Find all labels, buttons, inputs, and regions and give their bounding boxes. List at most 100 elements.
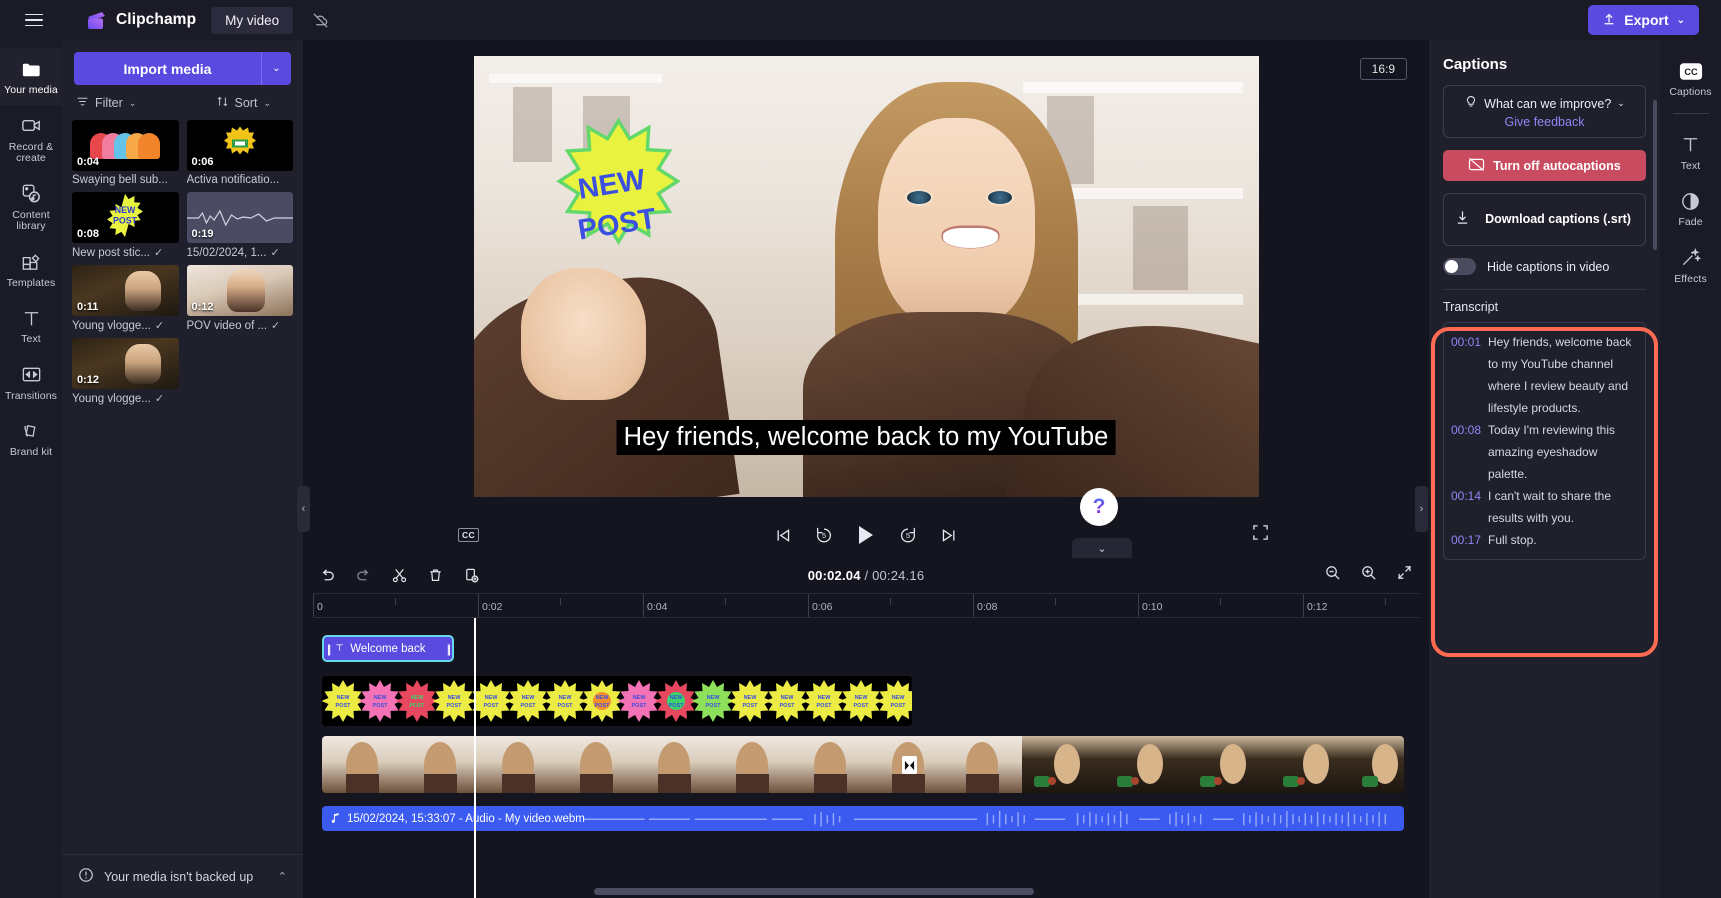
upload-icon <box>1602 12 1616 29</box>
chevron-up-icon[interactable]: ⌃ <box>278 870 287 883</box>
transcript-line[interactable]: 00:01 Hey friends, welcome back to my Yo… <box>1448 331 1637 419</box>
give-feedback-link[interactable]: Give feedback <box>1452 115 1637 129</box>
media-card[interactable]: 0:12 POV video of ... ✓ <box>186 265 294 333</box>
media-thumbnail[interactable]: 0:12 <box>72 338 179 389</box>
transcript-text[interactable]: Hey friends, welcome back to my YouTube … <box>1488 331 1637 419</box>
rewind-5s-button[interactable]: 5 <box>814 525 834 545</box>
sidebar-item-brand-kit[interactable]: Brand kit <box>0 410 62 467</box>
cloud-off-icon[interactable] <box>307 7 333 33</box>
media-label: POV video of ... ✓ <box>187 319 294 333</box>
split-button[interactable] <box>391 567 408 584</box>
timecode-display: 00:02.04 / 00:24.16 <box>808 568 925 583</box>
transcript-text[interactable]: Today I'm reviewing this amazing eyeshad… <box>1488 419 1637 485</box>
captions-panel-scrollbar[interactable] <box>1653 100 1657 250</box>
tab-text[interactable]: Text <box>1660 124 1721 181</box>
transcript-line[interactable]: 00:08 Today I'm reviewing this amazing e… <box>1448 419 1637 485</box>
svg-text:POST: POST <box>743 703 759 709</box>
transcript-line[interactable]: 00:17 Full stop. <box>1448 529 1637 551</box>
tab-captions[interactable]: CC Captions <box>1660 50 1721 107</box>
tab-fade[interactable]: Fade <box>1660 180 1721 237</box>
feedback-box[interactable]: What can we improve? ⌄ Give feedback <box>1443 85 1646 138</box>
new-post-sticker-overlay[interactable]: NEW POST <box>536 117 701 283</box>
media-card[interactable]: 0:06 Activa notificatio... <box>186 120 293 186</box>
sidebar-item-your-media[interactable]: Your media <box>0 48 62 105</box>
tab-effects[interactable]: Effects <box>1660 237 1721 294</box>
export-button[interactable]: Export ⌄ <box>1588 5 1699 35</box>
svg-text:NEW: NEW <box>448 695 462 701</box>
zoom-out-icon[interactable] <box>1324 564 1341 586</box>
backup-notice[interactable]: Your media isn't backed up ⌃ <box>62 854 303 898</box>
fit-to-screen-icon[interactable] <box>1396 564 1413 586</box>
media-thumbnail[interactable]: NEW POST 0:08 <box>72 192 179 243</box>
transcript-text[interactable]: Full stop. <box>1488 529 1637 551</box>
media-thumbnail[interactable]: 0:19 <box>186 192 293 243</box>
fullscreen-icon[interactable] <box>1252 524 1269 546</box>
hide-captions-toggle[interactable] <box>1443 258 1476 275</box>
collapse-captions-panel-handle[interactable]: › <box>1415 486 1428 532</box>
undo-button[interactable] <box>319 567 336 584</box>
timeline-audio-clip[interactable]: 15/02/2024, 15:33:07 - Audio - My video.… <box>322 806 1404 831</box>
transcript-box[interactable]: 00:01 Hey friends, welcome back to my Yo… <box>1443 322 1646 560</box>
sort-icon <box>216 95 229 111</box>
media-thumbnail[interactable]: 0:04 <box>72 120 179 171</box>
svg-text:POST: POST <box>113 215 138 225</box>
caption-overlay[interactable]: Hey friends, welcome back to my YouTube <box>616 420 1116 455</box>
video-preview[interactable]: NEW POST Hey friends, welcome back to my… <box>473 56 1259 497</box>
timeline-horizontal-scrollbar[interactable] <box>594 888 1034 895</box>
duplicate-button[interactable] <box>463 567 480 584</box>
media-thumbnail[interactable]: 0:11 <box>72 265 179 316</box>
play-button[interactable] <box>856 524 876 546</box>
hide-captions-toggle-row[interactable]: Hide captions in video <box>1443 258 1646 275</box>
redo-button[interactable] <box>355 567 372 584</box>
sidebar-item-record-create[interactable]: Record & create <box>0 105 62 173</box>
import-media-dropdown-button[interactable]: ⌄ <box>261 52 291 85</box>
clip-left-handle[interactable]: || <box>327 642 331 656</box>
sidebar-item-text[interactable]: Text <box>0 297 62 354</box>
media-thumbnail[interactable]: 0:12 <box>186 265 293 316</box>
media-thumbnail[interactable]: 0:06 <box>186 120 293 171</box>
svg-text:CC: CC <box>1684 67 1698 77</box>
text-t-icon <box>1679 133 1703 157</box>
timeline-text-clip[interactable]: || Welcome back || <box>322 635 454 662</box>
aspect-ratio-badge[interactable]: 16:9 <box>1359 58 1407 80</box>
sidebar-item-transitions[interactable]: Transitions <box>0 354 62 411</box>
timeline-ruler[interactable]: 0 0:02 0:04 0:06 0:08 0:10 0:12 <box>313 593 1419 618</box>
sort-button[interactable]: Sort ⌄ <box>216 95 271 111</box>
cc-toggle-button[interactable]: CC <box>458 528 479 542</box>
hamburger-icon[interactable] <box>16 2 52 38</box>
filter-button[interactable]: Filter ⌄ <box>76 95 136 111</box>
alert-circle-icon <box>78 867 94 886</box>
delete-button[interactable] <box>427 567 444 584</box>
clip-split-handle[interactable] <box>902 756 917 774</box>
sidebar-item-content-library[interactable]: Content library <box>0 173 62 241</box>
sidebar-item-templates[interactable]: Templates <box>0 241 62 298</box>
brand[interactable]: Clipchamp <box>86 10 196 31</box>
zoom-in-icon[interactable] <box>1360 564 1377 586</box>
media-card[interactable]: 0:04 Swaying bell sub... <box>72 120 179 186</box>
transcript-line[interactable]: 00:14 I can't wait to share the results … <box>1448 485 1637 529</box>
text-t-icon <box>334 642 345 656</box>
media-card[interactable]: 0:19 15/02/2024, 1... ✓ <box>186 192 293 259</box>
import-media-button[interactable]: Import media <box>74 52 261 85</box>
clipchamp-app: Clipchamp My video Export ⌄ Your media R… <box>0 0 1721 898</box>
help-button[interactable]: ? <box>1080 488 1118 526</box>
collapse-preview-handle[interactable]: ⌄ <box>1072 538 1132 558</box>
media-card[interactable]: 0:12 Young vlogge... ✓ <box>72 338 179 405</box>
project-name-field[interactable]: My video <box>211 6 294 34</box>
sidebar-label: Record & create <box>8 140 54 164</box>
timeline-video-clip[interactable] <box>322 736 1404 793</box>
media-duration: 0:19 <box>191 228 214 240</box>
timeline-sticker-clip[interactable]: NEW POST NEW POST NEW POST NEW POST NEW POST … <box>322 676 912 726</box>
media-card[interactable]: NEW POST 0:08 New post stic... ✓ <box>72 192 179 259</box>
download-captions-button[interactable]: Download captions (.srt) <box>1443 193 1646 246</box>
turn-off-autocaptions-button[interactable]: Turn off autocaptions <box>1443 150 1646 181</box>
collapse-media-panel-handle[interactable]: ‹ <box>297 486 310 532</box>
skip-to-start-button[interactable] <box>773 526 792 545</box>
transcript-text[interactable]: I can't wait to share the results with y… <box>1488 485 1637 529</box>
clip-right-handle[interactable]: || <box>447 642 451 656</box>
timeline-playhead[interactable] <box>474 618 476 898</box>
svg-text:POST: POST <box>410 703 426 709</box>
forward-5s-button[interactable]: 5 <box>898 525 918 545</box>
media-card[interactable]: 0:11 Young vlogge... ✓ <box>72 265 179 332</box>
skip-to-end-button[interactable] <box>940 526 959 545</box>
